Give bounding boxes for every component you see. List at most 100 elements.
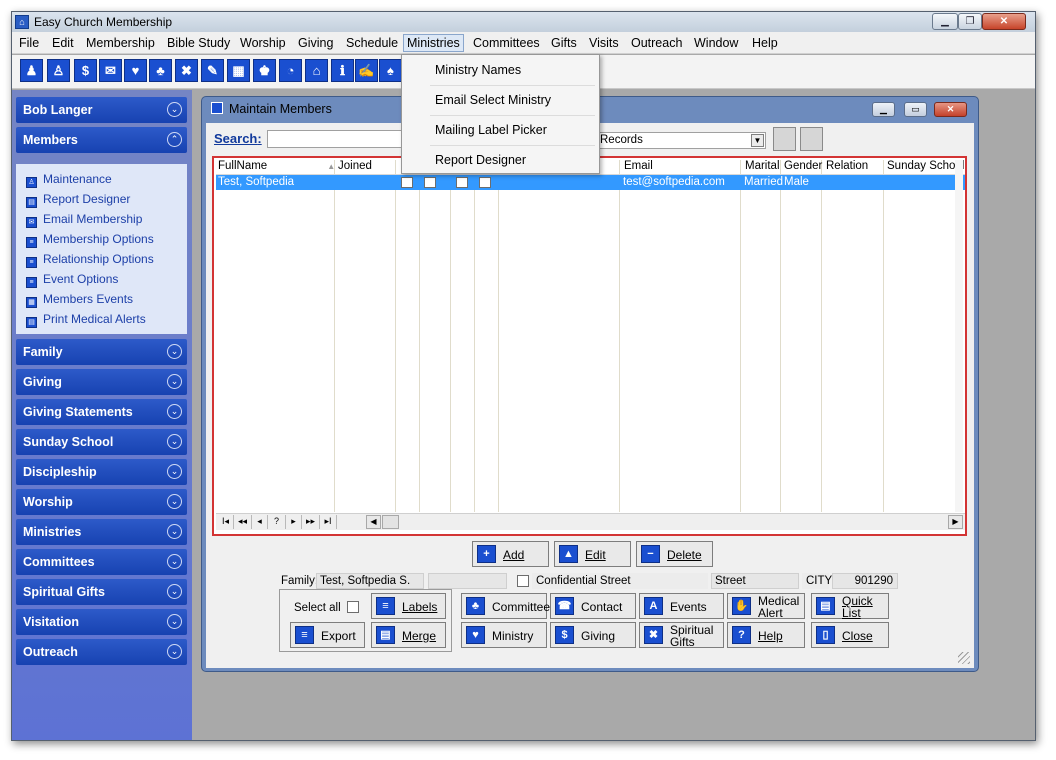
merge-button[interactable]: ▤ Merge bbox=[371, 622, 446, 648]
menu-item-report-designer[interactable]: Report Designer bbox=[402, 145, 599, 175]
column-header-gender[interactable]: Gender bbox=[784, 160, 822, 172]
chevron-down-icon[interactable]: ⌄ bbox=[167, 464, 182, 479]
records-select[interactable]: Records ▼ bbox=[596, 132, 766, 149]
dollar-icon[interactable]: $ bbox=[74, 59, 97, 82]
nav-find-button[interactable]: ? bbox=[268, 515, 286, 529]
resize-grip[interactable] bbox=[958, 652, 970, 664]
calendar-clock-icon[interactable]: ◔ bbox=[279, 59, 302, 82]
chevron-down-icon[interactable]: ⌄ bbox=[167, 374, 182, 389]
toolbar-square-button[interactable] bbox=[800, 127, 823, 151]
column-header-joined[interactable]: Joined bbox=[338, 160, 372, 172]
row-checkbox[interactable] bbox=[456, 177, 468, 188]
menu-help[interactable]: Help bbox=[752, 36, 778, 50]
section-visitation[interactable]: Visitation ⌄ bbox=[16, 609, 187, 635]
column-header-sunday-school[interactable]: Sunday School bbox=[887, 160, 964, 172]
sidebar-item-print-medical-alerts[interactable]: ▤ Print Medical Alerts bbox=[26, 312, 146, 328]
info-icon[interactable]: ℹ bbox=[331, 59, 354, 82]
sidebar-item-membership-options[interactable]: ≡ Membership Options bbox=[26, 232, 154, 248]
chevron-down-icon[interactable]: ⌄ bbox=[167, 404, 182, 419]
section-sunday-school[interactable]: Sunday School ⌄ bbox=[16, 429, 187, 455]
people-icon[interactable]: ♚ bbox=[253, 59, 276, 82]
contact-button[interactable]: ☎ Contact bbox=[550, 593, 636, 619]
nav-last-button[interactable]: ▸I bbox=[320, 515, 337, 529]
menu-gifts[interactable]: Gifts bbox=[551, 36, 577, 50]
letter-icon[interactable]: ✍ bbox=[355, 59, 378, 82]
chevron-down-icon[interactable]: ⌄ bbox=[167, 344, 182, 359]
menu-item-ministry-names[interactable]: Ministry Names bbox=[402, 55, 599, 85]
menu-visits[interactable]: Visits bbox=[589, 36, 619, 50]
help-button[interactable]: ? Help bbox=[727, 622, 805, 648]
chevron-down-icon[interactable]: ⌄ bbox=[167, 494, 182, 509]
scroll-right-arrow[interactable]: ▶ bbox=[948, 515, 963, 529]
nav-prev-page-button[interactable]: ◂◂ bbox=[234, 515, 252, 529]
spiritual-gifts-button[interactable]: ✖ Spiritual Gifts bbox=[639, 622, 724, 648]
house-icon[interactable]: ⌂ bbox=[305, 59, 328, 82]
menu-edit[interactable]: Edit bbox=[52, 36, 74, 50]
column-header-marital[interactable]: Marital bbox=[745, 160, 780, 172]
chevron-down-icon[interactable]: ⌄ bbox=[167, 102, 182, 117]
row-checkbox[interactable] bbox=[401, 177, 413, 188]
horizontal-scroll-thumb[interactable] bbox=[382, 515, 399, 529]
select-all-checkbox[interactable] bbox=[347, 601, 359, 613]
chevron-down-icon[interactable]: ⌄ bbox=[167, 434, 182, 449]
section-family[interactable]: Family ⌄ bbox=[16, 339, 187, 365]
sidebar-item-report-designer[interactable]: ▤ Report Designer bbox=[26, 192, 130, 208]
pen-icon[interactable]: ✎ bbox=[201, 59, 224, 82]
family-icon[interactable]: ♟ bbox=[20, 59, 43, 82]
toolbar-square-button[interactable] bbox=[773, 127, 796, 151]
menu-worship[interactable]: Worship bbox=[240, 36, 286, 50]
menu-file[interactable]: File bbox=[19, 36, 39, 50]
child-close-button[interactable]: ✕ bbox=[934, 102, 967, 117]
giving-button[interactable]: $ Giving bbox=[550, 622, 636, 648]
chevron-up-icon[interactable]: ⌃ bbox=[167, 132, 182, 147]
chevron-down-icon[interactable]: ⌄ bbox=[167, 554, 182, 569]
menu-window[interactable]: Window bbox=[694, 36, 738, 50]
chevron-down-icon[interactable]: ⌄ bbox=[167, 584, 182, 599]
labels-button[interactable]: ≡ Labels bbox=[371, 593, 446, 619]
row-checkbox[interactable] bbox=[479, 177, 491, 188]
committee-button[interactable]: ♣ Committee bbox=[461, 593, 550, 619]
chevron-down-icon[interactable]: ▼ bbox=[751, 134, 764, 147]
minimize-button[interactable]: ▁ bbox=[932, 13, 958, 30]
nav-prev-button[interactable]: ◂ bbox=[252, 515, 268, 529]
chevron-down-icon[interactable]: ⌄ bbox=[167, 614, 182, 629]
sidebar-item-event-options[interactable]: ≡ Event Options bbox=[26, 272, 118, 288]
scroll-left-arrow[interactable]: ◀ bbox=[366, 515, 381, 529]
row-checkbox[interactable] bbox=[424, 177, 436, 188]
menu-item-mailing-label-picker[interactable]: Mailing Label Picker bbox=[402, 115, 599, 145]
section-user[interactable]: Bob Langer ⌄ bbox=[16, 97, 187, 123]
menu-membership[interactable]: Membership bbox=[86, 36, 155, 50]
vertical-scrollbar[interactable] bbox=[955, 160, 963, 512]
delete-button[interactable]: − Delete bbox=[636, 541, 713, 567]
sidebar-item-email-membership[interactable]: ✉ Email Membership bbox=[26, 212, 142, 228]
section-outreach[interactable]: Outreach ⌄ bbox=[16, 639, 187, 665]
menu-ministries[interactable]: Ministries bbox=[403, 34, 464, 52]
child-maximize-button[interactable]: ▭ bbox=[904, 102, 927, 117]
medical-alert-button[interactable]: ✋ Medical Alert bbox=[727, 593, 805, 619]
table-row[interactable] bbox=[216, 175, 965, 190]
events-button[interactable]: A Events bbox=[639, 593, 724, 619]
maximize-button[interactable]: ❐ bbox=[958, 13, 982, 30]
menu-bible-study[interactable]: Bible Study bbox=[167, 36, 230, 50]
sidebar-item-relationship-options[interactable]: ≡ Relationship Options bbox=[26, 252, 154, 268]
close-window-button[interactable]: ✕ bbox=[982, 13, 1026, 30]
section-ministries[interactable]: Ministries ⌄ bbox=[16, 519, 187, 545]
ministry-button[interactable]: ♥ Ministry bbox=[461, 622, 547, 648]
section-committees[interactable]: Committees ⌄ bbox=[16, 549, 187, 575]
section-worship[interactable]: Worship ⌄ bbox=[16, 489, 187, 515]
nav-first-button[interactable]: I◂ bbox=[218, 515, 234, 529]
column-header-relation[interactable]: Relation bbox=[826, 160, 868, 172]
edit-button[interactable]: ▲ Edit bbox=[554, 541, 631, 567]
search-input[interactable] bbox=[267, 130, 404, 148]
nav-next-page-button[interactable]: ▸▸ bbox=[302, 515, 320, 529]
confidential-checkbox[interactable] bbox=[517, 575, 529, 587]
section-giving[interactable]: Giving ⌄ bbox=[16, 369, 187, 395]
member-icon[interactable]: ♙ bbox=[47, 59, 70, 82]
heart-icon[interactable]: ♥ bbox=[124, 59, 147, 82]
chevron-down-icon[interactable]: ⌄ bbox=[167, 524, 182, 539]
column-header-fullname[interactable]: FullName ▲ bbox=[218, 160, 335, 172]
mail-icon[interactable]: ✉ bbox=[99, 59, 122, 82]
export-button[interactable]: ≡ Export bbox=[290, 622, 365, 648]
quick-list-button[interactable]: ▤ Quick List bbox=[811, 593, 889, 619]
grid-icon[interactable]: ▦ bbox=[227, 59, 250, 82]
